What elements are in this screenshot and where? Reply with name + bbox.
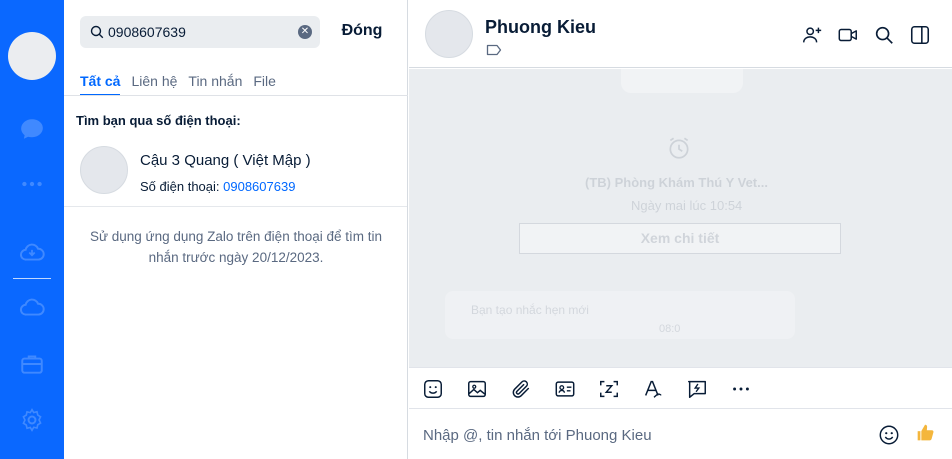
contact-card-icon[interactable] — [554, 378, 576, 400]
tab-files[interactable]: File — [253, 72, 276, 96]
message-input[interactable] — [423, 423, 863, 447]
contact-name: Cậu 3 Quang ( Việt Mập ) — [140, 152, 311, 169]
tab-contacts[interactable]: Liên hệ — [131, 72, 177, 96]
screenshot-icon[interactable] — [598, 378, 620, 400]
search-icon — [90, 25, 104, 39]
reminder-time: Ngày mai lúc 10:54 — [631, 198, 743, 213]
search-input[interactable] — [108, 16, 293, 48]
cloud-icon[interactable] — [18, 293, 46, 321]
close-search-button[interactable]: Đóng — [334, 22, 390, 44]
tag-icon[interactable] — [486, 43, 502, 56]
reminder-detail-button[interactable]: Xem chi tiết — [519, 223, 841, 254]
sticker-icon[interactable] — [422, 378, 444, 400]
settings-gear-icon[interactable] — [18, 406, 46, 434]
clear-search-icon[interactable]: ✕ — [298, 25, 312, 39]
emoji-icon[interactable] — [878, 424, 900, 446]
cloud-sync-icon[interactable] — [18, 238, 46, 266]
result-divider — [64, 206, 407, 207]
user-avatar[interactable] — [8, 32, 56, 80]
search-hint: Sử dụng ứng dụng Zalo trên điện thoại để… — [89, 229, 382, 265]
add-member-icon[interactable] — [801, 24, 823, 46]
rail-divider — [13, 278, 51, 279]
alarm-clock-icon — [666, 135, 692, 166]
search-result-contact[interactable]: Cậu 3 Quang ( Việt Mập ) Số điện thoại: … — [64, 136, 407, 206]
phone-number: 0908607639 — [223, 179, 296, 194]
date-pill — [621, 69, 743, 93]
thumbs-up-icon[interactable] — [913, 422, 937, 446]
briefcase-icon[interactable] — [18, 350, 46, 378]
quick-message-icon[interactable] — [686, 378, 708, 400]
search-icon[interactable] — [873, 24, 895, 46]
tab-messages[interactable]: Tin nhắn — [188, 72, 242, 96]
search-panel: ✕ Đóng Tất cả Liên hệ Tin nhắn File Tìm … — [64, 0, 408, 459]
text-format-icon[interactable] — [642, 378, 664, 400]
left-rail — [0, 0, 64, 459]
more-options-icon[interactable] — [730, 378, 752, 400]
avatar[interactable] — [425, 10, 473, 58]
message-text: Bạn tạo nhắc hẹn mới — [471, 303, 589, 317]
phone-search-heading: Tìm bạn qua số điện thoại: — [76, 113, 241, 128]
contact-phone: Số điện thoại: 0908607639 — [140, 179, 295, 194]
search-box: ✕ — [80, 16, 320, 48]
video-call-icon[interactable] — [837, 24, 859, 46]
chat-icon[interactable] — [18, 115, 46, 143]
message-composer — [409, 410, 952, 459]
avatar — [80, 146, 128, 194]
sidebar-toggle-icon[interactable] — [909, 24, 931, 46]
chat-contact-name[interactable]: Phuong Kieu — [485, 17, 596, 38]
phone-label: Số điện thoại: — [140, 179, 224, 194]
attachment-icon[interactable] — [510, 378, 532, 400]
more-dots-icon[interactable] — [18, 170, 46, 198]
message-list[interactable]: (TB) Phòng Khám Thú Y Vet... Ngày mai lú… — [409, 69, 952, 367]
reminder-title: (TB) Phòng Khám Thú Y Vet... — [585, 175, 768, 190]
composer-toolbar — [409, 367, 952, 409]
image-icon[interactable] — [466, 378, 488, 400]
chat-header: Phuong Kieu — [409, 0, 952, 68]
tabs-divider — [64, 95, 408, 96]
tab-all[interactable]: Tất cả — [80, 72, 121, 96]
search-tabs: Tất cả Liên hệ Tin nhắn File — [80, 72, 276, 96]
message-time: 08:0 — [659, 323, 681, 335]
chat-area: Phuong Kieu (TB) Phòng Khám Thú Y Vet...… — [409, 0, 952, 459]
